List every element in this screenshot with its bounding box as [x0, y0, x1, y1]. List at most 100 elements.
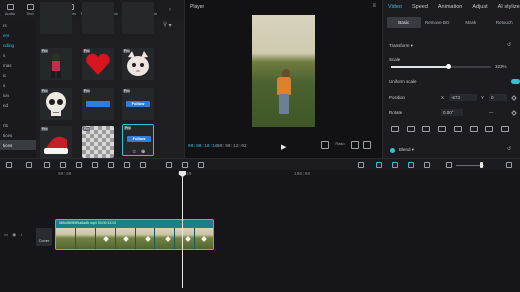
playhead-line[interactable] [182, 172, 183, 288]
reset-blend-icon[interactable]: ↺ [507, 146, 511, 152]
add-sticker-icon[interactable]: ⊕ [141, 149, 145, 155]
fullscreen-icon[interactable] [363, 141, 371, 149]
crop-icon[interactable] [321, 141, 329, 149]
sticker-dancer[interactable]: Pro [40, 48, 72, 80]
rotate-flip-dash[interactable]: — [489, 110, 494, 115]
video-preview[interactable] [252, 15, 315, 127]
blend-enabled-icon[interactable] [390, 148, 395, 153]
reverse-icon[interactable] [124, 162, 130, 168]
sidebar-item-active[interactable]: ers [0, 30, 36, 40]
tab-speed[interactable]: Speed [412, 4, 428, 10]
magic-icon[interactable] [198, 162, 204, 168]
sticker-button-blue[interactable]: Pro [82, 88, 114, 120]
timeline-ruler[interactable]: 00:00 00:10 100:00 [0, 170, 520, 180]
sidebar-item-selected[interactable]: tices [0, 140, 36, 150]
align-center-v-icon[interactable] [453, 126, 462, 132]
favorite-icon[interactable]: ☆ [132, 149, 136, 155]
text-icon [26, 4, 34, 10]
position-y-input[interactable]: 0 [489, 94, 507, 101]
zoom-out-icon[interactable] [446, 162, 452, 168]
sticker-santa-hat[interactable]: Pro [40, 126, 72, 158]
rotate-input[interactable]: 0.00° [441, 109, 463, 116]
player-panel: Player ≡ 00:00:10:16 00:00:13:02 ▶ Ratio [184, 0, 382, 158]
subtab-mask[interactable]: Mask [454, 17, 488, 28]
preview-axis-icon[interactable] [424, 162, 430, 168]
delete-left-icon[interactable] [60, 162, 66, 168]
sidebar-item[interactable]: ed [0, 100, 36, 110]
delete-right-icon[interactable] [76, 162, 82, 168]
tool-audio[interactable]: Audio [0, 0, 20, 20]
track-lock-icon[interactable]: ▭ [4, 232, 8, 238]
transform-section-header[interactable]: Transform ▾ [389, 43, 413, 49]
sidebar-item[interactable]: mas [0, 60, 36, 70]
sidebar-item[interactable]: s [0, 80, 36, 90]
marker-icon[interactable] [166, 162, 172, 168]
redo-icon[interactable] [26, 162, 32, 168]
sticker-follow[interactable]: Pro Follow [122, 88, 154, 120]
align-center-h-icon[interactable] [406, 126, 415, 132]
sidebar-item[interactable]: ic [0, 70, 36, 80]
scale-slider-knob[interactable] [445, 64, 451, 69]
filter-button[interactable]: Ÿ ▾ [163, 22, 172, 29]
position-x-input[interactable]: -673 [449, 94, 477, 101]
fit-screen-icon[interactable] [351, 141, 359, 149]
align-right-icon[interactable] [422, 126, 431, 132]
track-visibility-icon[interactable]: ◉ [12, 232, 16, 238]
sidebar-item[interactable]: ion [0, 90, 36, 100]
subtab-retouch[interactable]: Retouch [488, 17, 520, 28]
play-button[interactable]: ▶ [281, 143, 286, 151]
sticker-follow-selected[interactable]: Pro Follow ☆ ⊕ [122, 124, 154, 156]
cover-button[interactable]: Cover [36, 228, 52, 246]
distribute-icon[interactable] [485, 126, 494, 132]
position-keyframe-icon[interactable] [511, 95, 517, 101]
undo-icon[interactable] [6, 162, 12, 168]
tab-video[interactable]: Video [388, 4, 402, 10]
crop-timeline-icon[interactable] [182, 162, 188, 168]
subtab-basic[interactable]: Basic [387, 17, 421, 28]
zoom-fit-icon[interactable] [506, 162, 512, 168]
sticker-item[interactable] [40, 2, 72, 34]
sticker-cat[interactable]: Pro [122, 48, 154, 80]
uniform-scale-toggle[interactable] [511, 79, 520, 84]
sidebar-item[interactable] [0, 110, 36, 120]
freeze-icon[interactable] [108, 162, 114, 168]
sidebar-item[interactable]: rts [0, 120, 36, 130]
align-bottom-icon[interactable] [469, 126, 478, 132]
more-tools-icon[interactable]: › [160, 0, 180, 20]
microphone-icon[interactable] [358, 162, 364, 168]
pro-badge: Pro [83, 49, 91, 53]
sidebar-item[interactable]: nding [0, 40, 36, 50]
align-top-icon[interactable] [438, 126, 447, 132]
tab-adjust[interactable]: Adjust [472, 4, 487, 10]
blend-section-header[interactable]: Blend ▾ [399, 147, 414, 153]
sticker-pixel-censor[interactable]: Pro [82, 126, 114, 158]
sticker-skull[interactable]: Pro [40, 88, 72, 120]
sidebar-item[interactable]: tices [0, 130, 36, 140]
mirror-icon[interactable] [140, 162, 146, 168]
auto-snap-icon[interactable] [392, 162, 398, 168]
sticker-item[interactable] [82, 2, 114, 34]
rotate-keyframe-icon[interactable] [511, 110, 517, 116]
delete-icon[interactable] [92, 162, 98, 168]
subtab-remove-bg[interactable]: Remove BG [421, 17, 455, 28]
linkage-icon[interactable] [408, 162, 414, 168]
sticker-item[interactable] [122, 2, 154, 34]
player-menu-icon[interactable]: ≡ [372, 3, 376, 9]
fit-icon[interactable] [500, 126, 509, 132]
sidebar-item[interactable]: rs [0, 20, 36, 30]
video-clip[interactable]: 585c55f3f5f9a6adb.mp4 00:00:13:02 [55, 219, 214, 250]
split-icon[interactable] [44, 162, 50, 168]
scale-slider[interactable] [391, 64, 491, 69]
track-mute-icon[interactable]: ♪ [20, 232, 22, 238]
zoom-slider-knob[interactable] [480, 162, 483, 168]
sidebar-item[interactable]: s [0, 50, 36, 60]
tab-animation[interactable]: Animation [438, 4, 462, 10]
tool-text[interactable]: Text [20, 0, 40, 20]
scale-value[interactable]: 323% [495, 64, 507, 69]
align-left-icon[interactable] [391, 126, 399, 132]
ratio-button[interactable]: Ratio [333, 141, 347, 149]
sticker-heart[interactable]: Pro [82, 48, 114, 80]
main-track-magnet-icon[interactable] [376, 162, 382, 168]
reset-transform-icon[interactable]: ↺ [507, 42, 511, 48]
tab-ai-stylize[interactable]: AI stylize [498, 4, 520, 10]
